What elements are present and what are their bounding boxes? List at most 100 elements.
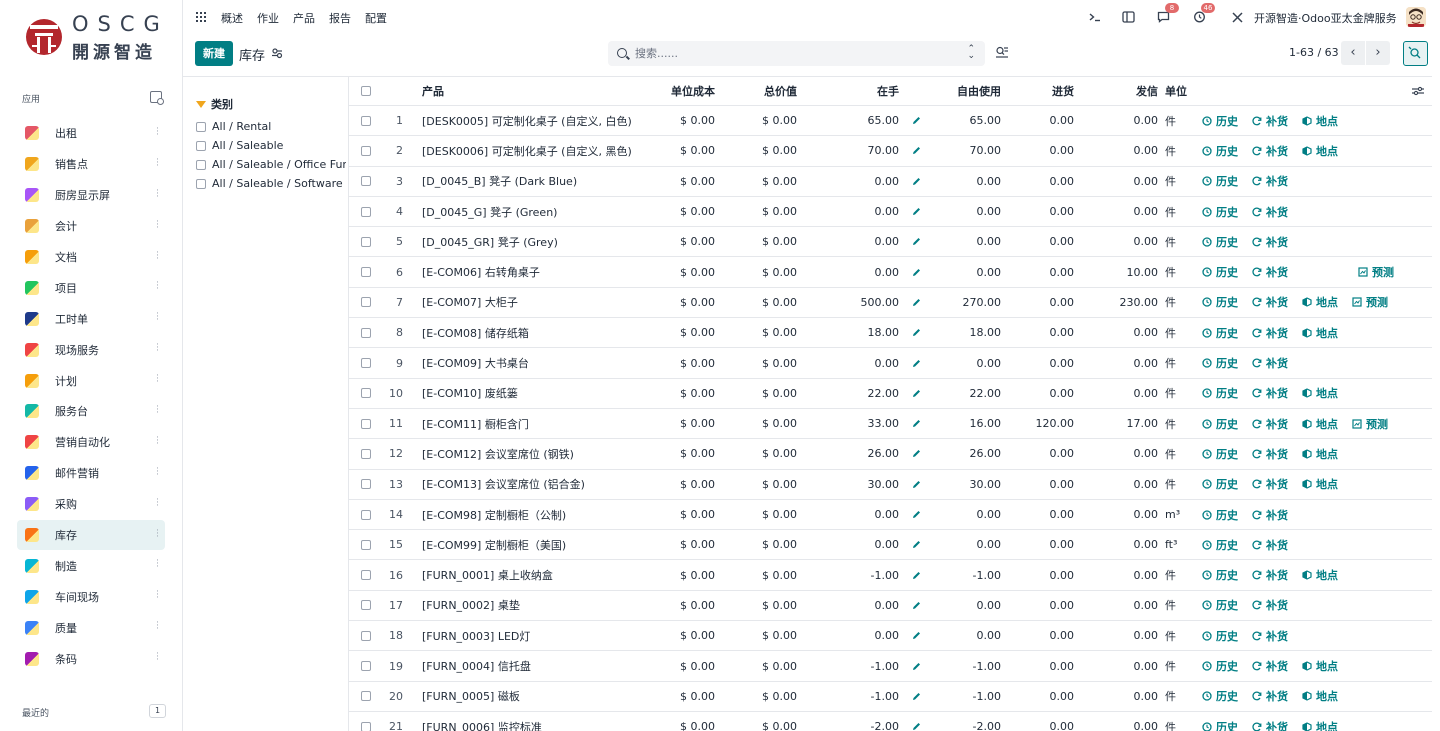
category-filter-item[interactable]: All / Rental xyxy=(196,117,346,136)
category-checkbox[interactable] xyxy=(196,159,206,170)
locations-action-button[interactable]: 地点 xyxy=(1302,385,1338,401)
edit-qty-pencil-icon[interactable] xyxy=(912,136,921,165)
on-hand-qty[interactable]: 0.00 xyxy=(819,258,900,287)
replenish-action-button[interactable]: 补货 xyxy=(1252,597,1288,613)
history-action-button[interactable]: 历史 xyxy=(1202,658,1238,674)
forecast-action-button[interactable]: 预测 xyxy=(1352,294,1388,310)
forecast-action-button[interactable]: 预测 xyxy=(1352,416,1388,432)
product-name[interactable]: [E-COM09] 大书桌台 xyxy=(422,348,529,377)
row-checkbox[interactable] xyxy=(361,500,377,529)
app-more-icon[interactable]: · · · xyxy=(156,588,159,603)
table-row[interactable]: 11 [E-COM11] 橱柜含门 $ 0.00 $ 0.00 33.00 16.00 12… xyxy=(349,409,1432,440)
on-hand-qty[interactable]: -1.00 xyxy=(819,651,899,680)
history-action-button[interactable]: 历史 xyxy=(1202,628,1238,644)
split-panel-icon[interactable] xyxy=(1122,11,1135,23)
edit-qty-pencil-icon[interactable] xyxy=(912,258,921,287)
edit-qty-pencil-icon[interactable] xyxy=(912,439,921,468)
forecast-action-button[interactable]: 预测 xyxy=(1358,264,1394,280)
locations-action-button[interactable]: 地点 xyxy=(1302,658,1338,674)
row-checkbox[interactable] xyxy=(361,348,377,377)
search-apps-icon[interactable] xyxy=(150,91,164,105)
locations-action-button[interactable]: 地点 xyxy=(1302,719,1338,731)
replenish-action-button[interactable]: 补货 xyxy=(1252,567,1288,583)
edit-qty-pencil-icon[interactable] xyxy=(912,409,921,438)
row-checkbox[interactable] xyxy=(361,530,377,559)
sidebar-app-item[interactable]: 文档 · · · xyxy=(17,242,165,273)
row-checkbox[interactable] xyxy=(361,682,377,711)
locations-action-button[interactable]: 地点 xyxy=(1302,113,1338,129)
row-checkbox[interactable] xyxy=(361,106,377,135)
recent-section[interactable]: 最近的 1 xyxy=(22,704,166,719)
locations-action-button[interactable]: 地点 xyxy=(1302,567,1338,583)
table-row[interactable]: 21 [FURN_0006] 监控标准 $ 0.00 $ 0.00 -2.00 -2.00… xyxy=(349,712,1432,731)
replenish-action-button[interactable]: 补货 xyxy=(1252,688,1288,704)
sidebar-app-item[interactable]: 项目 · · · xyxy=(17,272,165,303)
row-checkbox[interactable] xyxy=(361,651,377,680)
replenish-action-button[interactable]: 补货 xyxy=(1252,264,1288,280)
table-row[interactable]: 4 [D_0045_G] 凳子 (Green) $ 0.00 $ 0.00 0.00 0.… xyxy=(349,197,1432,228)
terminal-icon[interactable] xyxy=(1088,11,1101,23)
on-hand-qty[interactable]: 0.00 xyxy=(819,167,900,196)
edit-qty-pencil-icon[interactable] xyxy=(912,106,921,135)
on-hand-qty[interactable]: 0.00 xyxy=(819,591,900,620)
edit-qty-pencil-icon[interactable] xyxy=(912,500,921,529)
table-row[interactable]: 1 [DESK0005] 可定制化桌子 (自定义, 白色) $ 0.00 $ 0.00… xyxy=(349,106,1432,137)
sidebar-app-item[interactable]: 工时单 · · · xyxy=(17,303,165,334)
replenish-action-button[interactable]: 补货 xyxy=(1252,476,1288,492)
edit-qty-pencil-icon[interactable] xyxy=(912,530,921,559)
product-name[interactable]: [E-COM11] 橱柜含门 xyxy=(422,409,529,438)
replenish-action-button[interactable]: 补货 xyxy=(1252,719,1288,731)
product-name[interactable]: [D_0045_B] 凳子 (Dark Blue) xyxy=(422,167,577,196)
row-checkbox[interactable] xyxy=(361,288,377,317)
category-filter-item[interactable]: All / Saleable / Software xyxy=(196,174,346,193)
on-hand-qty[interactable]: 0.00 xyxy=(819,197,900,226)
sidebar-app-item[interactable]: 邮件营销 · · · xyxy=(17,458,165,489)
table-row[interactable]: 12 [E-COM12] 会议室席位 (钢铁) $ 0.00 $ 0.00 26.00 2… xyxy=(349,439,1432,470)
product-name[interactable]: [E-COM12] 会议室席位 (钢铁) xyxy=(422,439,574,468)
product-name[interactable]: [FURN_0006] 监控标准 xyxy=(422,712,542,731)
row-checkbox[interactable] xyxy=(361,379,377,408)
edit-qty-pencil-icon[interactable] xyxy=(912,197,921,226)
on-hand-qty[interactable]: -1.00 xyxy=(819,561,899,590)
replenish-action-button[interactable]: 补货 xyxy=(1252,537,1288,553)
edit-qty-pencil-icon[interactable] xyxy=(912,470,921,499)
edit-qty-pencil-icon[interactable] xyxy=(912,227,921,256)
replenish-action-button[interactable]: 补货 xyxy=(1252,355,1288,371)
table-row[interactable]: 3 [D_0045_B] 凳子 (Dark Blue) $ 0.00 $ 0.00 0.… xyxy=(349,167,1432,197)
select-all-checkbox[interactable] xyxy=(361,77,377,105)
menu-item[interactable]: 配置 xyxy=(365,10,387,26)
product-name[interactable]: [E-COM08] 储存纸箱 xyxy=(422,318,529,347)
product-name[interactable]: [E-COM06] 右转角桌子 xyxy=(422,258,540,287)
product-name[interactable]: [FURN_0005] 磁板 xyxy=(422,682,520,711)
pager-previous-button[interactable]: ‹ xyxy=(1341,41,1365,65)
sidebar-app-item[interactable]: 销售点 · · · xyxy=(17,149,165,180)
settings-gear-icon[interactable] xyxy=(271,47,283,59)
pager-next-button[interactable]: › xyxy=(1366,41,1390,65)
sidebar-app-item[interactable]: 条码 · · · xyxy=(17,643,165,674)
app-more-icon[interactable]: · · · xyxy=(156,310,159,325)
locations-action-button[interactable]: 地点 xyxy=(1302,476,1338,492)
edit-qty-pencil-icon[interactable] xyxy=(912,651,921,680)
replenish-action-button[interactable]: 补货 xyxy=(1252,628,1288,644)
row-checkbox[interactable] xyxy=(361,439,377,468)
app-more-icon[interactable]: · · · xyxy=(156,125,159,140)
app-more-icon[interactable]: · · · xyxy=(156,557,159,572)
edit-qty-pencil-icon[interactable] xyxy=(912,712,921,731)
history-action-button[interactable]: 历史 xyxy=(1202,537,1238,553)
menu-item[interactable]: 概述 xyxy=(221,10,243,26)
locations-action-button[interactable]: 地点 xyxy=(1302,294,1338,310)
sidebar-app-item[interactable]: 现场服务 · · · xyxy=(17,334,165,365)
product-name[interactable]: [E-COM13] 会议室席位 (铝合金) xyxy=(422,470,585,499)
row-checkbox[interactable] xyxy=(361,470,377,499)
messages-icon[interactable]: 8 xyxy=(1157,3,1179,23)
tools-icon[interactable] xyxy=(1231,11,1244,23)
category-checkbox[interactable] xyxy=(196,140,206,151)
on-hand-qty[interactable]: 18.00 xyxy=(819,318,900,347)
menu-item[interactable]: 报告 xyxy=(329,10,351,26)
history-action-button[interactable]: 历史 xyxy=(1202,507,1238,523)
on-hand-qty[interactable]: 70.00 xyxy=(819,136,900,165)
app-more-icon[interactable]: · · · xyxy=(156,279,159,294)
column-outgoing[interactable]: 发信 xyxy=(1084,77,1158,105)
table-row[interactable]: 5 [D_0045_GR] 凳子 (Grey) $ 0.00 $ 0.00 0.00 0.… xyxy=(349,227,1432,258)
oscg-logo[interactable]: OSCG 開源智造 xyxy=(24,10,164,66)
